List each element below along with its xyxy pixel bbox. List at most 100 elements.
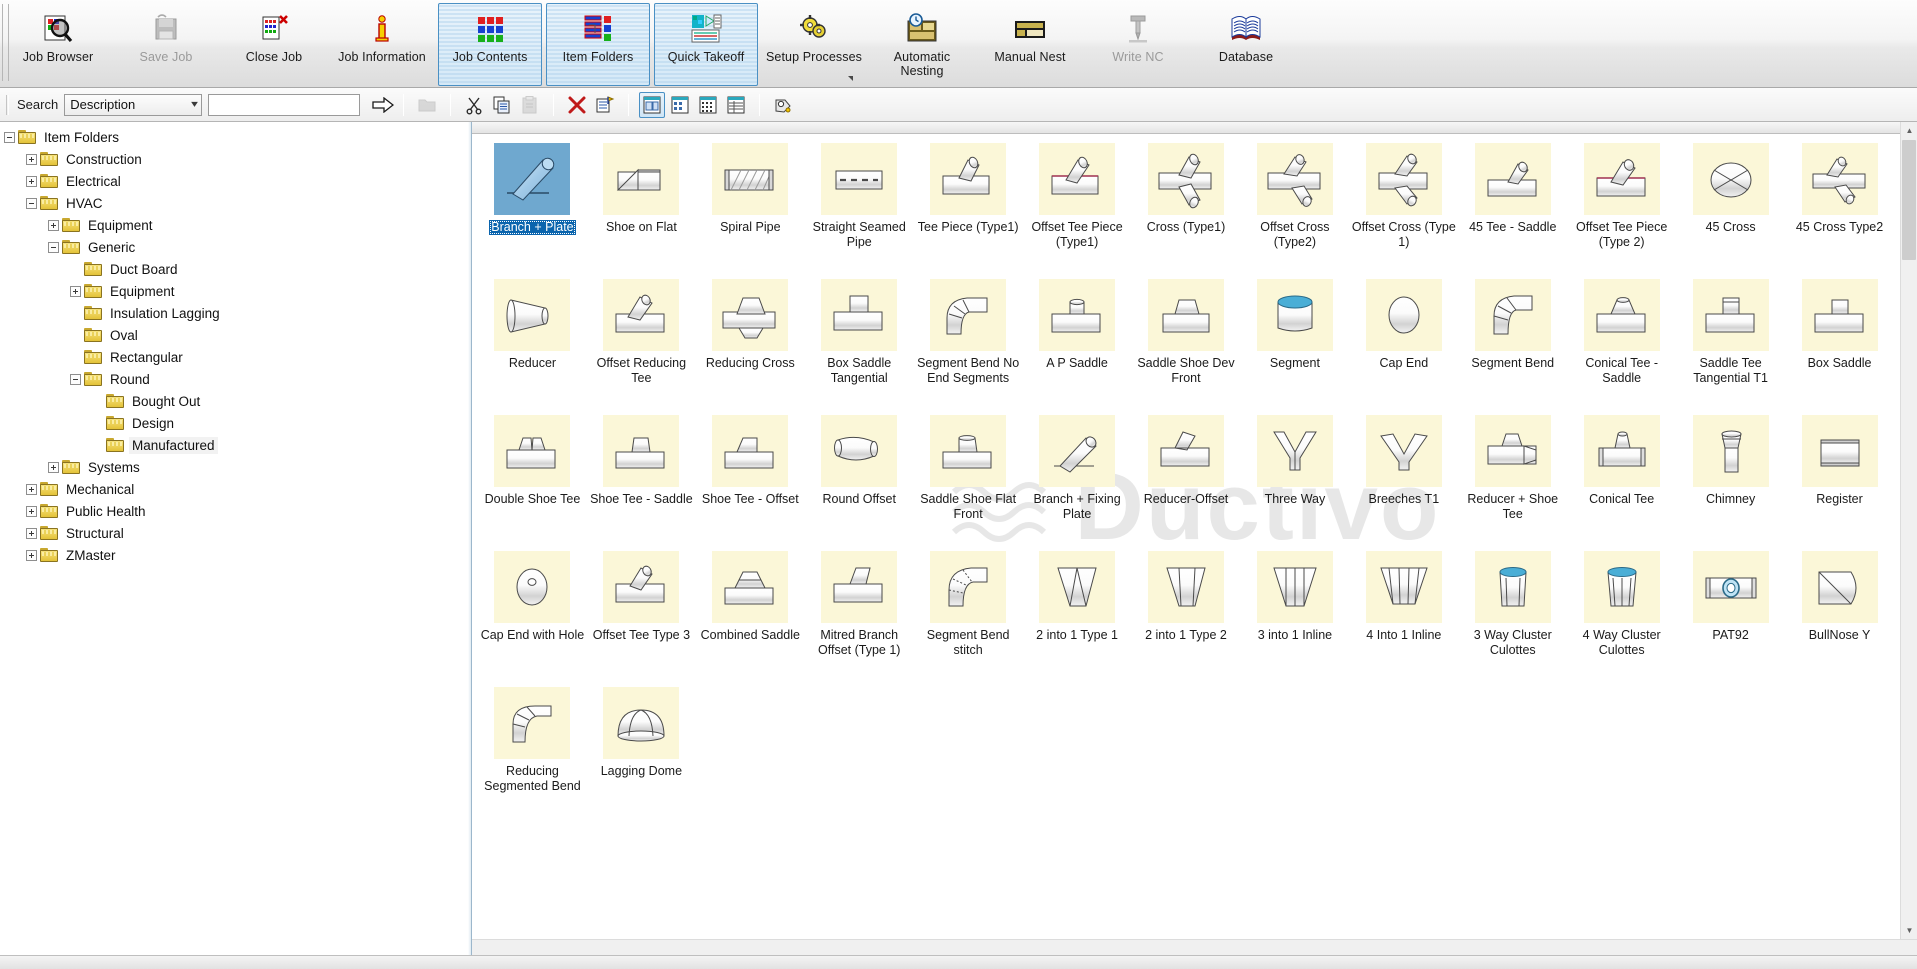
tree-toggle-plus-icon[interactable]: [26, 175, 37, 187]
tree-toggle-minus-icon[interactable]: [4, 131, 15, 143]
ribbon-button-item-folders[interactable]: Item Folders: [546, 3, 650, 86]
ribbon-button-database[interactable]: Database: [1194, 3, 1298, 86]
horizontal-scrollbar[interactable]: [472, 939, 1917, 955]
grid-item[interactable]: Segment Bend: [1458, 275, 1567, 411]
grid-item[interactable]: A P Saddle: [1023, 275, 1132, 411]
tree-toggle-plus-icon[interactable]: [26, 505, 37, 517]
grid-item[interactable]: Offset Tee Piece (Type 2): [1567, 139, 1676, 275]
toolstrip-view-larges-icon[interactable]: [639, 91, 666, 118]
grid-item[interactable]: Saddle Shoe Dev Front: [1132, 275, 1241, 411]
toolstrip-grip[interactable]: [6, 94, 9, 115]
tree-toggle-minus-icon[interactable]: [26, 197, 37, 209]
ribbon-button-job-browser[interactable]: Job Browser: [6, 3, 110, 86]
grid-item[interactable]: 3 Way Cluster Culottes: [1458, 547, 1567, 683]
grid-item[interactable]: Register: [1785, 411, 1894, 547]
grid-item[interactable]: Round Offset: [805, 411, 914, 547]
vertical-scroll-thumb[interactable]: [1902, 140, 1916, 260]
ribbon-button-quick-takeoff[interactable]: Quick Takeoff: [654, 3, 758, 86]
tree-node-hvac[interactable]: HVAC: [4, 192, 471, 214]
ribbon-button-manual-nest[interactable]: Manual Nest: [978, 3, 1082, 86]
grid-item[interactable]: Box Saddle Tangential: [805, 275, 914, 411]
toolstrip-tag[interactable]: [770, 92, 796, 118]
tree-toggle-plus-icon[interactable]: [48, 461, 59, 473]
grid-item[interactable]: 4 Into 1 Inline: [1349, 547, 1458, 683]
grid-item[interactable]: Branch + Fixing Plate: [1023, 411, 1132, 547]
ribbon-button-job-information[interactable]: Job Information: [330, 3, 434, 86]
tree-node-rectangular[interactable]: Rectangular: [4, 346, 471, 368]
grid-item[interactable]: Conical Tee: [1567, 411, 1676, 547]
scroll-down-button[interactable]: ▼: [1901, 922, 1917, 939]
grid-item[interactable]: BullNose Y: [1785, 547, 1894, 683]
grid-item[interactable]: Saddle Tee Tangential T1: [1676, 275, 1785, 411]
tree-toggle-plus-icon[interactable]: [26, 527, 37, 539]
tree-node-systems[interactable]: Systems: [4, 456, 471, 478]
grid-item[interactable]: Shoe on Flat: [587, 139, 696, 275]
tree-node-item-folders[interactable]: Item Folders: [4, 126, 471, 148]
tree-toggle-plus-icon[interactable]: [48, 219, 59, 231]
grid-item[interactable]: Breeches T1: [1349, 411, 1458, 547]
search-go-button[interactable]: [372, 96, 395, 113]
grid-item[interactable]: Offset Reducing Tee: [587, 275, 696, 411]
tree-node-oval[interactable]: Oval: [4, 324, 471, 346]
ribbon-button-setup-processes[interactable]: Setup Processes: [762, 3, 866, 86]
tree-node-zmaster[interactable]: ZMaster: [4, 544, 471, 566]
grid-item[interactable]: Offset Tee Type 3: [587, 547, 696, 683]
ribbon-button-job-contents[interactable]: Job Contents: [438, 3, 542, 86]
grid-item[interactable]: Segment Bend stitch: [914, 547, 1023, 683]
vertical-scrollbar[interactable]: ▲ ▼: [1900, 122, 1917, 939]
tree-toggle-plus-icon[interactable]: [70, 285, 81, 297]
grid-item[interactable]: Three Way: [1240, 411, 1349, 547]
grid-item[interactable]: 45 Tee - Saddle: [1458, 139, 1567, 275]
grid-item[interactable]: Reducer-Offset: [1132, 411, 1241, 547]
toolstrip-properties[interactable]: [592, 92, 618, 118]
toolstrip-copy[interactable]: [489, 92, 515, 118]
grid-item[interactable]: 4 Way Cluster Culottes: [1567, 547, 1676, 683]
tree-node-structural[interactable]: Structural: [4, 522, 471, 544]
grid-item[interactable]: Offset Cross (Type2): [1240, 139, 1349, 275]
grid-item[interactable]: Reducing Cross: [696, 275, 805, 411]
grid-item[interactable]: 3 into 1 Inline: [1240, 547, 1349, 683]
grid-item[interactable]: 2 into 1 Type 2: [1132, 547, 1241, 683]
grid-item[interactable]: Reducing Segmented Bend: [478, 683, 587, 819]
grid-item[interactable]: Segment: [1240, 275, 1349, 411]
tree-node-round[interactable]: Round: [4, 368, 471, 390]
grid-item[interactable]: Lagging Dome: [587, 683, 696, 819]
toolstrip-view-smalls-icon[interactable]: [667, 92, 693, 118]
tree-toggle-minus-icon[interactable]: [70, 373, 81, 385]
tree-node-duct-board[interactable]: Duct Board: [4, 258, 471, 280]
grid-item[interactable]: Offset Tee Piece (Type1): [1023, 139, 1132, 275]
grid-item[interactable]: Spiral Pipe: [696, 139, 805, 275]
tree-node-electrical[interactable]: Electrical: [4, 170, 471, 192]
tree-node-bought-out[interactable]: Bought Out: [4, 390, 471, 412]
toolstrip-view-list[interactable]: [695, 92, 721, 118]
grid-item[interactable]: Conical Tee - Saddle: [1567, 275, 1676, 411]
ribbon-button-close-job[interactable]: Close Job: [222, 3, 326, 86]
toolstrip-delete-x[interactable]: [564, 92, 590, 118]
tree-node-construction[interactable]: Construction: [4, 148, 471, 170]
grid-item[interactable]: 45 Cross Type2: [1785, 139, 1894, 275]
tree-node-generic[interactable]: Generic: [4, 236, 471, 258]
grid-item[interactable]: Double Shoe Tee: [478, 411, 587, 547]
dropdown-caret-icon[interactable]: [848, 76, 853, 81]
search-field-selector[interactable]: Description ▾: [64, 93, 203, 116]
grid-item[interactable]: Segment Bend No End Segments: [914, 275, 1023, 411]
grid-item[interactable]: Reducer + Shoe Tee: [1458, 411, 1567, 547]
tree-toggle-plus-icon[interactable]: [26, 483, 37, 495]
ribbon-button-automatic-nesting[interactable]: Automatic Nesting: [870, 3, 974, 86]
grid-item[interactable]: Cross (Type1): [1132, 139, 1241, 275]
grid-item[interactable]: PAT92: [1676, 547, 1785, 683]
tree-node-public-health[interactable]: Public Health: [4, 500, 471, 522]
toolstrip-view-details[interactable]: [723, 92, 749, 118]
grid-item[interactable]: Straight Seamed Pipe: [805, 139, 914, 275]
grid-item[interactable]: Shoe Tee - Offset: [696, 411, 805, 547]
grid-item[interactable]: Branch + Plate: [478, 139, 587, 275]
grid-item[interactable]: Mitred Branch Offset (Type 1): [805, 547, 914, 683]
item-folders-tree[interactable]: Item Folders Construction Electrical HVAC Eq…: [0, 122, 472, 955]
search-input[interactable]: [208, 93, 361, 116]
toolstrip-cut-scissors[interactable]: [461, 92, 487, 118]
grid-item[interactable]: Reducer: [478, 275, 587, 411]
tree-toggle-minus-icon[interactable]: [48, 241, 59, 253]
grid-item[interactable]: Offset Cross (Type 1): [1349, 139, 1458, 275]
tree-node-equipment[interactable]: Equipment: [4, 280, 471, 302]
grid-item[interactable]: Box Saddle: [1785, 275, 1894, 411]
